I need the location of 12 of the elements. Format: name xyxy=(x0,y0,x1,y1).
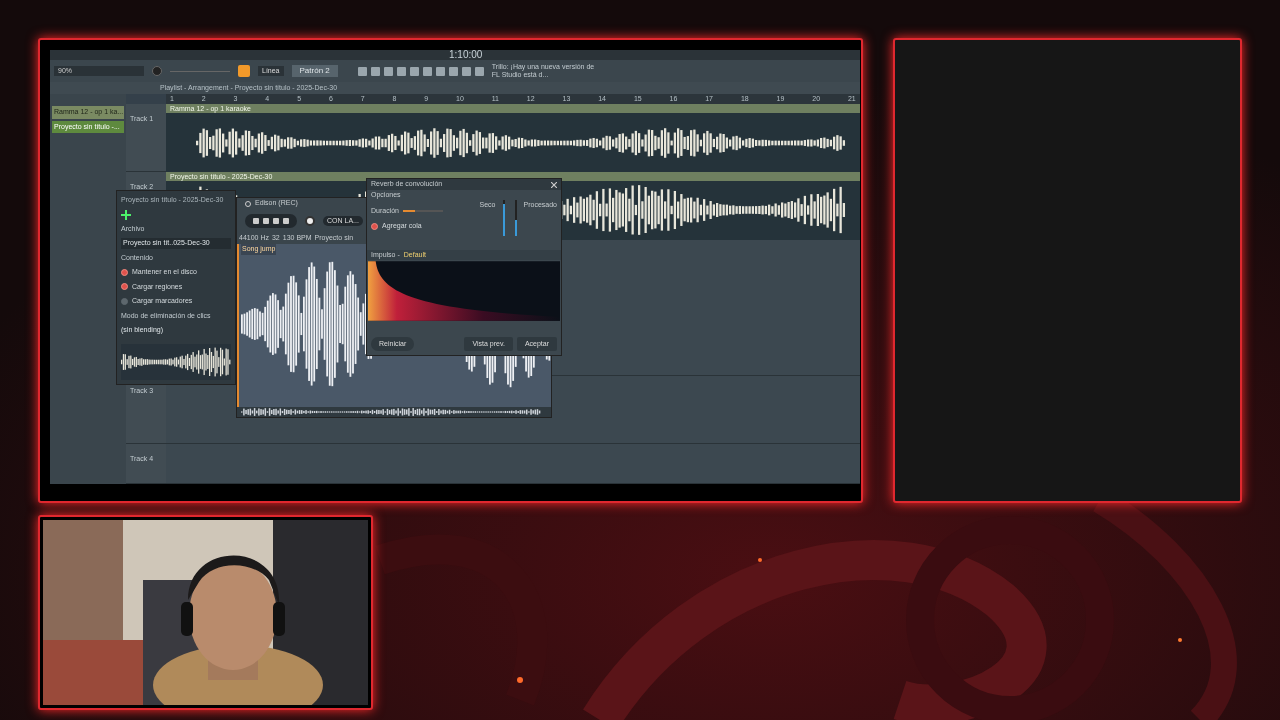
record-button[interactable] xyxy=(238,65,250,77)
checkbox[interactable] xyxy=(371,222,378,230)
plus-icon[interactable] xyxy=(121,209,131,220)
record-toggle[interactable] xyxy=(305,216,315,226)
duration-slider[interactable] xyxy=(403,209,443,212)
checkbox[interactable] xyxy=(121,283,128,291)
checkbox[interactable] xyxy=(121,268,128,276)
checkbox[interactable] xyxy=(121,297,128,305)
knob-icon[interactable] xyxy=(152,66,162,76)
fader-fill[interactable] xyxy=(514,219,517,236)
close-icon[interactable] xyxy=(551,181,557,188)
pattern-select[interactable]: Patrón 2 xyxy=(291,65,338,77)
